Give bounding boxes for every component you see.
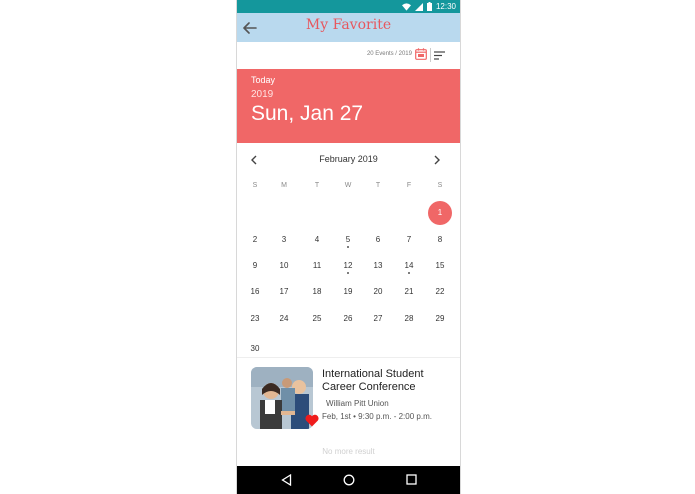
- calendar-day[interactable]: 23: [243, 307, 267, 331]
- nav-home-icon[interactable]: [343, 474, 355, 486]
- event-count: 20 Events / 2019: [366, 51, 412, 57]
- section-divider: [237, 357, 460, 358]
- event-indicator-dot: [347, 246, 349, 248]
- wifi-icon: [401, 2, 411, 11]
- chevron-right-icon[interactable]: [432, 154, 442, 166]
- weekday-label: S: [252, 182, 258, 189]
- calendar-day[interactable]: 15: [428, 254, 452, 278]
- toolbar-divider: [430, 48, 431, 62]
- weekday-label: F: [406, 182, 412, 189]
- calendar-day[interactable]: 3: [272, 228, 296, 252]
- toolbar: 20 Events / 2019: [237, 42, 460, 70]
- calendar-day[interactable]: 2: [243, 228, 267, 252]
- calendar-icon[interactable]: [415, 48, 427, 60]
- page-title: My Favorite: [305, 17, 392, 33]
- today-date: Sun, Jan 27: [251, 102, 364, 125]
- calendar-day[interactable]: 7: [397, 228, 421, 252]
- event-indicator-dot: [408, 272, 410, 274]
- calendar-day[interactable]: 27: [366, 307, 390, 331]
- calendar-day[interactable]: 9: [243, 254, 267, 278]
- heart-icon[interactable]: [305, 414, 319, 427]
- nav-back-icon[interactable]: [281, 474, 292, 486]
- phone-screen: 12:30 My Favorite 20 Events / 2019 Today…: [236, 0, 461, 494]
- month-header: February 2019: [237, 150, 460, 170]
- event-time: Feb, 1st • 9:30 p.m. - 2:00 p.m.: [322, 412, 432, 421]
- sort-menu-icon[interactable]: [434, 51, 445, 60]
- calendar-day[interactable]: 24: [272, 307, 296, 331]
- calendar-day[interactable]: 10: [272, 254, 296, 278]
- status-time: 12:30: [435, 2, 456, 11]
- calendar-day[interactable]: 29: [428, 307, 452, 331]
- calendar-day[interactable]: 4: [305, 228, 329, 252]
- calendar-day[interactable]: 13: [366, 254, 390, 278]
- calendar-day[interactable]: 5: [336, 228, 360, 252]
- today-label: Today: [251, 75, 276, 85]
- weekday-label: T: [375, 182, 381, 189]
- event-location: William Pitt Union: [326, 399, 389, 408]
- calendar-day[interactable]: 20: [366, 280, 390, 304]
- calendar-day[interactable]: 17: [272, 280, 296, 304]
- event-title: International Student Career Conference: [322, 368, 424, 393]
- app-bar: My Favorite: [237, 13, 460, 42]
- calendar-day-selected[interactable]: 1: [428, 201, 452, 225]
- calendar-day[interactable]: 28: [397, 307, 421, 331]
- calendar-day[interactable]: 11: [305, 254, 329, 278]
- calendar-day[interactable]: 8: [428, 228, 452, 252]
- calendar-day[interactable]: 22: [428, 280, 452, 304]
- battery-icon: [426, 2, 432, 11]
- system-nav-bar: [237, 466, 460, 494]
- calendar-day[interactable]: 21: [397, 280, 421, 304]
- weekday-label: M: [281, 182, 287, 189]
- signal-icon: [414, 2, 423, 11]
- month-title: February 2019: [319, 154, 378, 164]
- status-bar: 12:30: [237, 0, 460, 13]
- today-banner: Today 2019 Sun, Jan 27: [237, 69, 460, 143]
- no-more-result: No more result: [322, 447, 375, 456]
- calendar-day[interactable]: 18: [305, 280, 329, 304]
- event-thumbnail: [251, 367, 313, 429]
- weekday-label: S: [437, 182, 443, 189]
- today-year: 2019: [251, 89, 274, 100]
- calendar-day[interactable]: 26: [336, 307, 360, 331]
- event-indicator-dot: [347, 272, 349, 274]
- calendar-day[interactable]: 12: [336, 254, 360, 278]
- weekday-label: T: [314, 182, 320, 189]
- calendar-day[interactable]: 14: [397, 254, 421, 278]
- nav-recents-icon[interactable]: [406, 474, 417, 485]
- calendar-day[interactable]: 19: [336, 280, 360, 304]
- weekday-label: W: [344, 182, 352, 189]
- calendar-day[interactable]: 25: [305, 307, 329, 331]
- calendar-day[interactable]: 6: [366, 228, 390, 252]
- calendar-day[interactable]: 16: [243, 280, 267, 304]
- event-card[interactable]: International Student Career Conference …: [237, 362, 460, 438]
